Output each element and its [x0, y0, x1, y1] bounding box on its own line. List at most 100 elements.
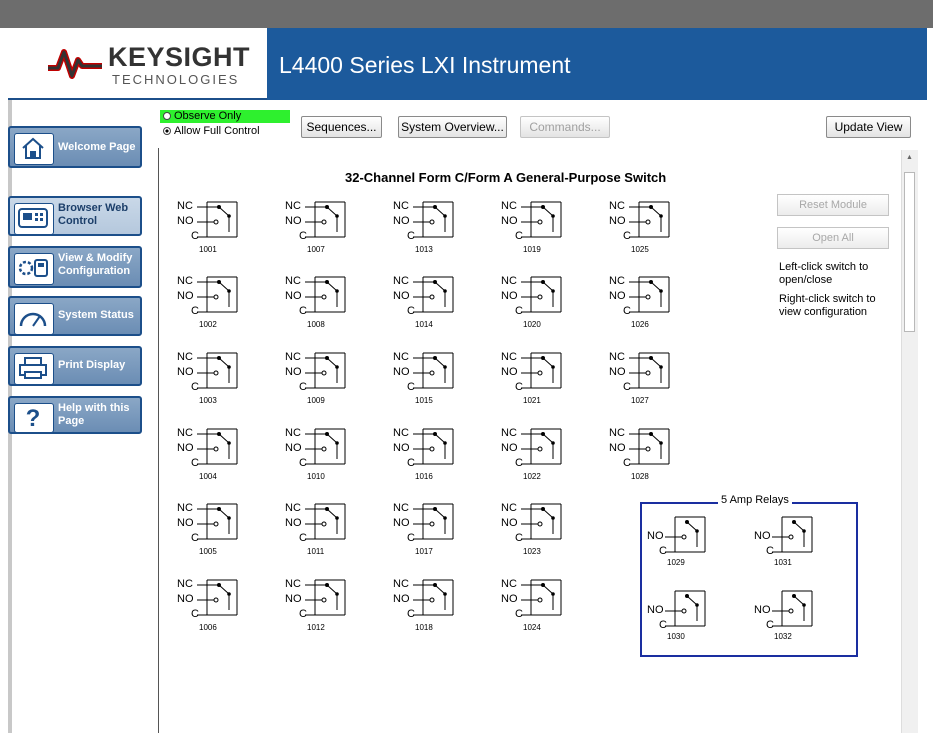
switch-symbol-icon	[197, 276, 238, 313]
channel-number: 1005	[199, 547, 217, 556]
update-view-button[interactable]: Update View	[826, 116, 911, 138]
channel-switch[interactable]: NC NO C 1026	[609, 273, 699, 333]
radio-selected-icon	[163, 127, 171, 135]
terminal-no-label: NO	[393, 366, 410, 378]
nav-browser-web-control[interactable]: Browser Web Control	[8, 196, 142, 236]
allow-full-control-radio[interactable]: Allow Full Control	[160, 125, 260, 137]
nav-help[interactable]: ? Help with this Page	[8, 396, 142, 434]
nav-status-label: System Status	[58, 309, 134, 321]
top-bar	[0, 0, 933, 28]
web-control-icon	[14, 203, 54, 235]
printer-icon	[14, 353, 54, 385]
channel-switch[interactable]: NC NO C 1005	[177, 500, 267, 560]
brand-name: KEYSIGHT	[108, 42, 251, 72]
switch-symbol-icon	[521, 352, 562, 389]
channel-switch[interactable]: NC NO C 1006	[177, 576, 267, 636]
module-title: 32-Channel Form C/Form A General-Purpose…	[345, 170, 667, 185]
channel-switch[interactable]: NC NO C 1012	[285, 576, 375, 636]
channel-switch[interactable]: NC NO C 1003	[177, 349, 267, 409]
channel-switch[interactable]: NC NO C 1019	[501, 198, 591, 258]
reset-module-button[interactable]: Reset Module	[777, 194, 889, 216]
channel-switch[interactable]: NC NO C 1009	[285, 349, 375, 409]
channel-switch[interactable]: NC NO C 1007	[285, 198, 375, 258]
channel-switch[interactable]: NC NO C 1027	[609, 349, 699, 409]
terminal-no-label: NO	[285, 517, 302, 529]
channel-number: 1009	[307, 396, 325, 405]
nav-help-label: Help with this Page	[58, 402, 130, 427]
observe-only-label: Observe Only	[174, 110, 242, 122]
nav-browser-label: Browser Web Control	[58, 202, 129, 227]
nav-print-display[interactable]: Print Display	[8, 346, 142, 386]
terminal-nc-label: NC	[609, 200, 625, 212]
channel-switch[interactable]: NC NO C 1017	[393, 500, 483, 560]
terminal-nc-label: NC	[501, 200, 517, 212]
channel-number: 1021	[523, 396, 541, 405]
channel-switch[interactable]: NC NO C 1025	[609, 198, 699, 258]
switch-symbol-icon	[197, 579, 238, 616]
open-all-button[interactable]: Open All	[777, 227, 889, 249]
channel-switch[interactable]: NC NO C 1022	[501, 425, 591, 485]
channel-number: 1018	[415, 623, 433, 632]
terminal-no-label: NO	[177, 366, 194, 378]
gauge-icon	[14, 303, 54, 335]
channel-switch[interactable]: NC NO C 1013	[393, 198, 483, 258]
switch-symbol-icon	[521, 276, 562, 313]
switch-symbol-icon	[521, 428, 562, 465]
terminal-nc-label: NC	[177, 502, 193, 514]
channel-number: 1012	[307, 623, 325, 632]
channel-switch[interactable]: NC NO C 1021	[501, 349, 591, 409]
channel-switch[interactable]: NC NO C 1018	[393, 576, 483, 636]
commands-button[interactable]: Commands...	[520, 116, 610, 138]
channel-switch[interactable]: NC NO C 1001	[177, 198, 267, 258]
channel-switch[interactable]: NC NO C 1020	[501, 273, 591, 333]
terminal-nc-label: NC	[285, 275, 301, 287]
terminal-no-label: NO	[177, 442, 194, 454]
observe-only-radio[interactable]: Observe Only	[160, 110, 290, 123]
channel-number: 1025	[631, 245, 649, 254]
switch-symbol-icon	[197, 428, 238, 465]
title-bar: L4400 Series LXI Instrument	[267, 28, 927, 100]
terminal-nc-label: NC	[393, 351, 409, 363]
scroll-thumb[interactable]	[904, 172, 915, 332]
channel-switch[interactable]: NC NO C 1008	[285, 273, 375, 333]
channel-switch[interactable]: NC NO C 1023	[501, 500, 591, 560]
switch-symbol-icon	[305, 428, 346, 465]
terminal-no-label: NO	[501, 593, 518, 605]
nav-view-modify-configuration[interactable]: View & Modify Configuration	[8, 246, 142, 288]
switch-symbol-icon	[413, 579, 454, 616]
channel-number: 1006	[199, 623, 217, 632]
channel-switch[interactable]: NC NO C 1002	[177, 273, 267, 333]
terminal-nc-label: NC	[393, 427, 409, 439]
channel-switch[interactable]: NC NO C 1011	[285, 500, 375, 560]
channel-switch[interactable]: NC NO C 1010	[285, 425, 375, 485]
terminal-nc-label: NC	[285, 427, 301, 439]
switch-symbol-icon	[197, 352, 238, 389]
terminal-nc-label: NC	[393, 275, 409, 287]
nav-system-status[interactable]: System Status	[8, 296, 142, 336]
channel-number: 1028	[631, 472, 649, 481]
channel-switch[interactable]: NC NO C 1015	[393, 349, 483, 409]
scroll-up-arrow-icon[interactable]: ▲	[906, 154, 913, 161]
terminal-no-label: NO	[609, 215, 626, 227]
channel-switch[interactable]: NC NO C 1004	[177, 425, 267, 485]
channel-switch[interactable]: NC NO C 1024	[501, 576, 591, 636]
switch-symbol-icon	[305, 503, 346, 540]
channel-number: 1026	[631, 320, 649, 329]
sequences-button[interactable]: Sequences...	[301, 116, 382, 138]
terminal-no-label: NO	[177, 593, 194, 605]
switch-symbol-icon	[521, 503, 562, 540]
terminal-no-label: NO	[285, 290, 302, 302]
channel-number: 1016	[415, 472, 433, 481]
system-overview-button[interactable]: System Overview...	[398, 116, 507, 138]
terminal-nc-label: NC	[393, 502, 409, 514]
channel-switch[interactable]: NC NO C 1028	[609, 425, 699, 485]
nav-welcome-page[interactable]: Welcome Page	[8, 126, 142, 168]
channel-switch[interactable]: NC NO C 1016	[393, 425, 483, 485]
terminal-no-label: NO	[393, 442, 410, 454]
channel-number: 1001	[199, 245, 217, 254]
channel-number: 1019	[523, 245, 541, 254]
switch-symbol-icon	[413, 201, 454, 238]
vertical-scrollbar[interactable]: ▲	[901, 150, 918, 733]
channel-switch[interactable]: NC NO C 1014	[393, 273, 483, 333]
help-icon: ?	[14, 403, 54, 433]
